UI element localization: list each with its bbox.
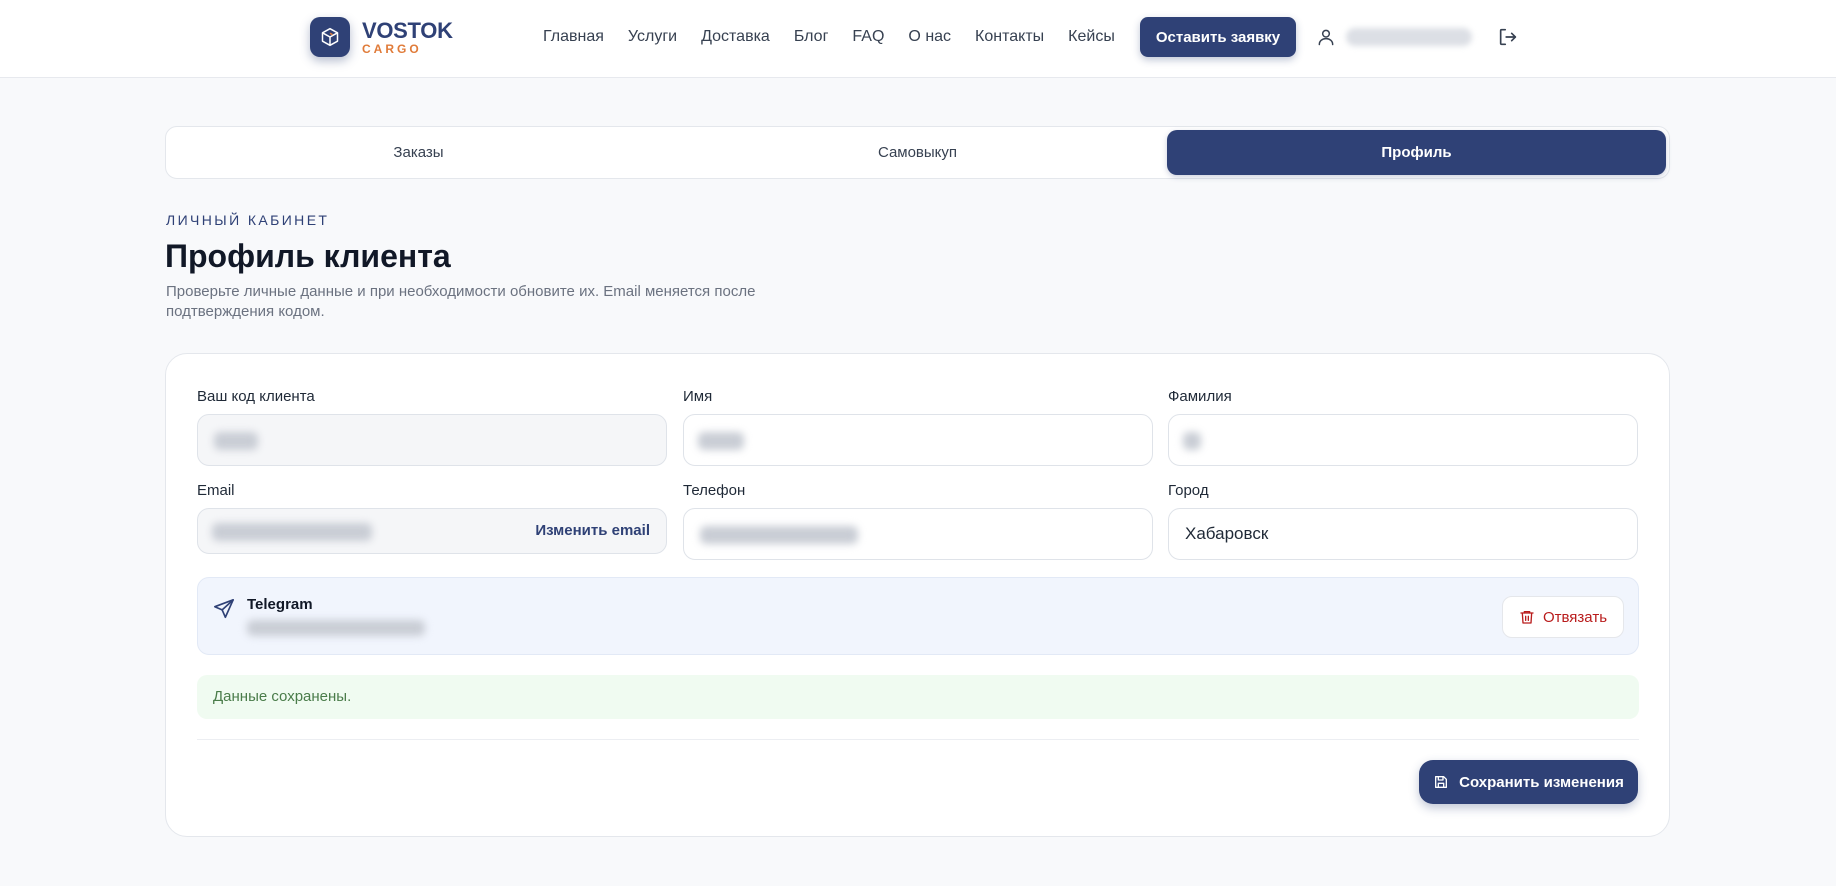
email-label: Email <box>197 482 235 499</box>
request-button[interactable]: Оставить заявку <box>1140 17 1296 57</box>
page-description: Проверьте личные данные и при необходимо… <box>166 283 756 320</box>
save-icon <box>1435 776 1448 788</box>
phone-redacted <box>700 526 858 544</box>
nav-link-about[interactable]: О нас <box>908 26 951 48</box>
city-field[interactable] <box>1168 508 1638 560</box>
first-name-redacted <box>698 432 744 450</box>
logo[interactable]: VOSTOK CARGO <box>310 17 453 57</box>
trash-icon <box>1520 611 1534 624</box>
city-label: Город <box>1168 482 1209 499</box>
divider <box>197 739 1639 740</box>
tab-profile[interactable]: Профиль <box>1167 130 1666 175</box>
page-title: Профиль клиента <box>165 238 451 274</box>
logo-subtitle: CARGO <box>362 41 422 56</box>
email-redacted <box>212 523 372 541</box>
first-name-field[interactable] <box>683 414 1153 466</box>
user-icon[interactable] <box>1316 27 1336 47</box>
phone-label: Телефон <box>683 482 746 499</box>
last-name-redacted <box>1183 432 1201 450</box>
unlink-label: Отвязать <box>1542 608 1608 626</box>
last-name-label: Фамилия <box>1168 388 1232 405</box>
telegram-panel: Telegram Отвязать <box>197 577 1639 655</box>
logout-icon[interactable] <box>1497 26 1519 48</box>
top-header: VOSTOK CARGO Главная Услуги Доставка Бло… <box>0 0 1836 78</box>
account-tabs: Заказы Самовыкуп Профиль <box>165 126 1670 179</box>
status-message: Данные сохранены. <box>197 675 1639 719</box>
main-nav: Главная Услуги Доставка Блог FAQ О нас К… <box>543 26 1115 48</box>
city-input[interactable] <box>1185 509 1615 559</box>
unlink-telegram-button[interactable]: Отвязать <box>1502 596 1624 638</box>
save-button[interactable]: Сохранить изменения <box>1419 760 1638 804</box>
phone-field[interactable] <box>683 508 1153 560</box>
cube-icon <box>310 17 350 57</box>
profile-card: Ваш код клиента Имя Фамилия Email Измени… <box>165 353 1670 837</box>
nav-link-delivery[interactable]: Доставка <box>701 26 770 48</box>
tab-orders[interactable]: Заказы <box>169 130 668 175</box>
telegram-title: Telegram <box>247 596 313 613</box>
change-email-link[interactable]: Изменить email <box>535 522 650 539</box>
client-code-label: Ваш код клиента <box>197 388 315 405</box>
tab-self-purchase[interactable]: Самовыкуп <box>668 130 1167 175</box>
nav-link-home[interactable]: Главная <box>543 26 604 48</box>
client-code-redacted <box>214 432 258 450</box>
section-eyebrow: ЛИЧНЫЙ КАБИНЕТ <box>166 212 330 228</box>
client-code-field <box>197 414 667 466</box>
email-field: Изменить email <box>197 508 667 554</box>
user-name-redacted[interactable] <box>1346 28 1472 46</box>
first-name-label: Имя <box>683 388 713 405</box>
logo-wordmark: VOSTOK <box>362 17 453 43</box>
nav-link-blog[interactable]: Блог <box>794 26 829 48</box>
nav-link-cases[interactable]: Кейсы <box>1068 26 1115 48</box>
last-name-field[interactable] <box>1168 414 1638 466</box>
nav-link-services[interactable]: Услуги <box>628 26 677 48</box>
nav-link-contacts[interactable]: Контакты <box>975 26 1044 48</box>
save-label: Сохранить изменения <box>1459 773 1624 791</box>
nav-link-faq[interactable]: FAQ <box>852 26 884 48</box>
send-icon <box>214 599 234 619</box>
telegram-account-redacted <box>247 620 425 636</box>
